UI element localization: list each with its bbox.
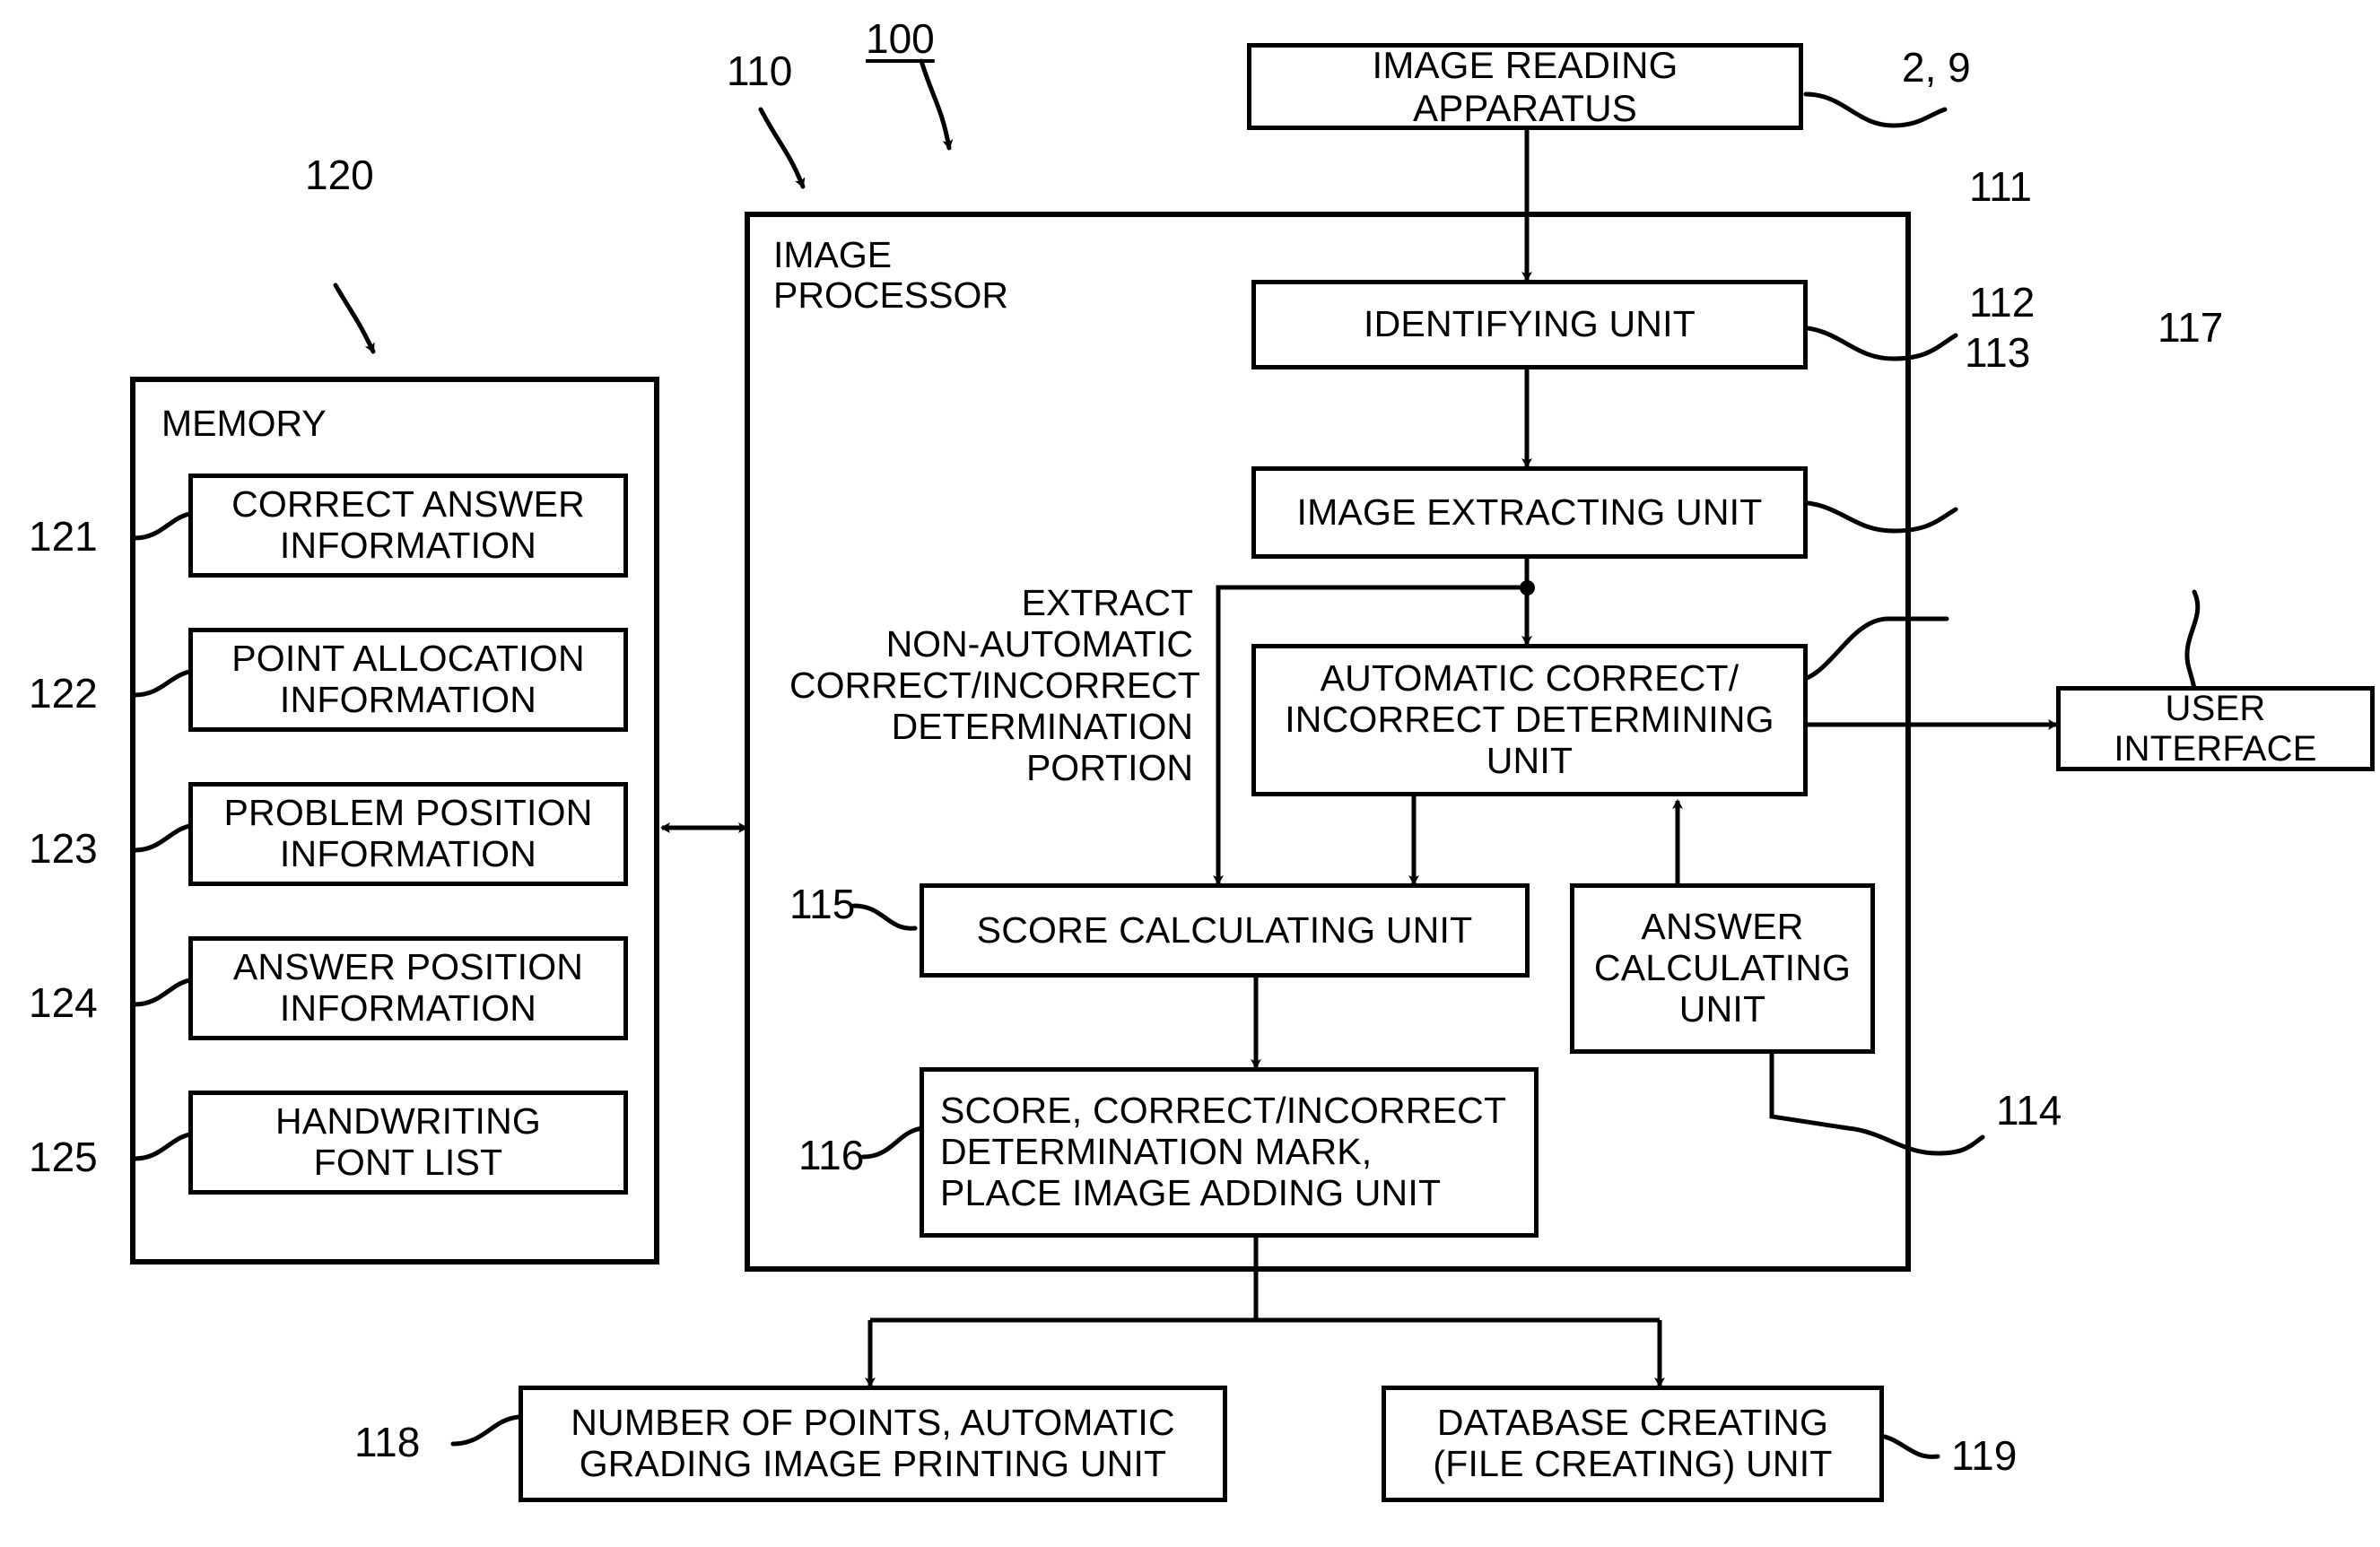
leader-118 xyxy=(450,1414,521,1447)
memory-item-correct-answer-information[interactable]: CORRECT ANSWER INFORMATION xyxy=(188,474,628,578)
ref-111: 111 xyxy=(1969,163,2032,210)
ref-123: 123 xyxy=(29,825,98,872)
identifying-unit-box[interactable]: IDENTIFYING UNIT xyxy=(1251,280,1808,369)
ref-124: 124 xyxy=(29,979,98,1026)
memory-item-point-allocation-information[interactable]: POINT ALLOCATION INFORMATION xyxy=(188,628,628,732)
memory-item-handwriting-font-list[interactable]: HANDWRITING FONT LIST xyxy=(188,1091,628,1195)
answer-calculating-unit-box[interactable]: ANSWER CALCULATING UNIT xyxy=(1570,883,1875,1054)
memory-item-answer-position-information[interactable]: ANSWER POSITION INFORMATION xyxy=(188,936,628,1040)
ref-120: 120 xyxy=(305,152,374,198)
leader-2-9 xyxy=(1803,91,1948,128)
automatic-correct-incorrect-determining-unit-box[interactable]: AUTOMATIC CORRECT/ INCORRECT DETERMINING… xyxy=(1251,644,1808,796)
ref-117: 117 xyxy=(2158,304,2224,351)
ref-119: 119 xyxy=(1951,1432,2018,1479)
ref-114: 114 xyxy=(1996,1087,2062,1134)
score-calculating-unit-box[interactable]: SCORE CALCULATING UNIT xyxy=(920,883,1530,978)
ref-121: 121 xyxy=(29,513,98,560)
image-extracting-unit-box[interactable]: IMAGE EXTRACTING UNIT xyxy=(1251,466,1808,559)
user-interface-box[interactable]: USER INTERFACE xyxy=(2056,686,2375,771)
image-processor-title: IMAGE PROCESSOR xyxy=(773,234,1008,317)
memory-title: MEMORY xyxy=(161,403,327,444)
ref-113: 113 xyxy=(1965,329,2031,376)
ref-112: 112 xyxy=(1969,279,2036,326)
score-mark-place-image-adding-unit-box[interactable]: SCORE, CORRECT/INCORRECT DETERMINATION M… xyxy=(920,1067,1539,1238)
ref-100: 100 xyxy=(866,15,935,62)
leader-110 xyxy=(758,107,806,189)
ref-110: 110 xyxy=(727,48,793,94)
leader-100 xyxy=(919,58,954,151)
ref-2-9: 2, 9 xyxy=(1902,44,1971,91)
ref-122: 122 xyxy=(29,670,98,717)
junction-dot xyxy=(1520,580,1535,595)
patent-figure: 100 110 120 2, 9 111 112 113 117 114 115… xyxy=(0,0,2380,1547)
leader-120 xyxy=(333,282,376,354)
memory-item-problem-position-information[interactable]: PROBLEM POSITION INFORMATION xyxy=(188,782,628,886)
ref-125: 125 xyxy=(29,1134,98,1180)
points-grading-image-printing-unit-box[interactable]: NUMBER OF POINTS, AUTOMATIC GRADING IMAG… xyxy=(519,1386,1227,1502)
image-reading-apparatus-box[interactable]: IMAGE READING APPARATUS xyxy=(1247,43,1803,130)
ref-118: 118 xyxy=(354,1419,421,1465)
extract-non-automatic-annotation: EXTRACT NON-AUTOMATIC CORRECT/INCORRECT … xyxy=(789,582,1200,788)
database-creating-unit-box[interactable]: DATABASE CREATING (FILE CREATING) UNIT xyxy=(1382,1386,1884,1502)
